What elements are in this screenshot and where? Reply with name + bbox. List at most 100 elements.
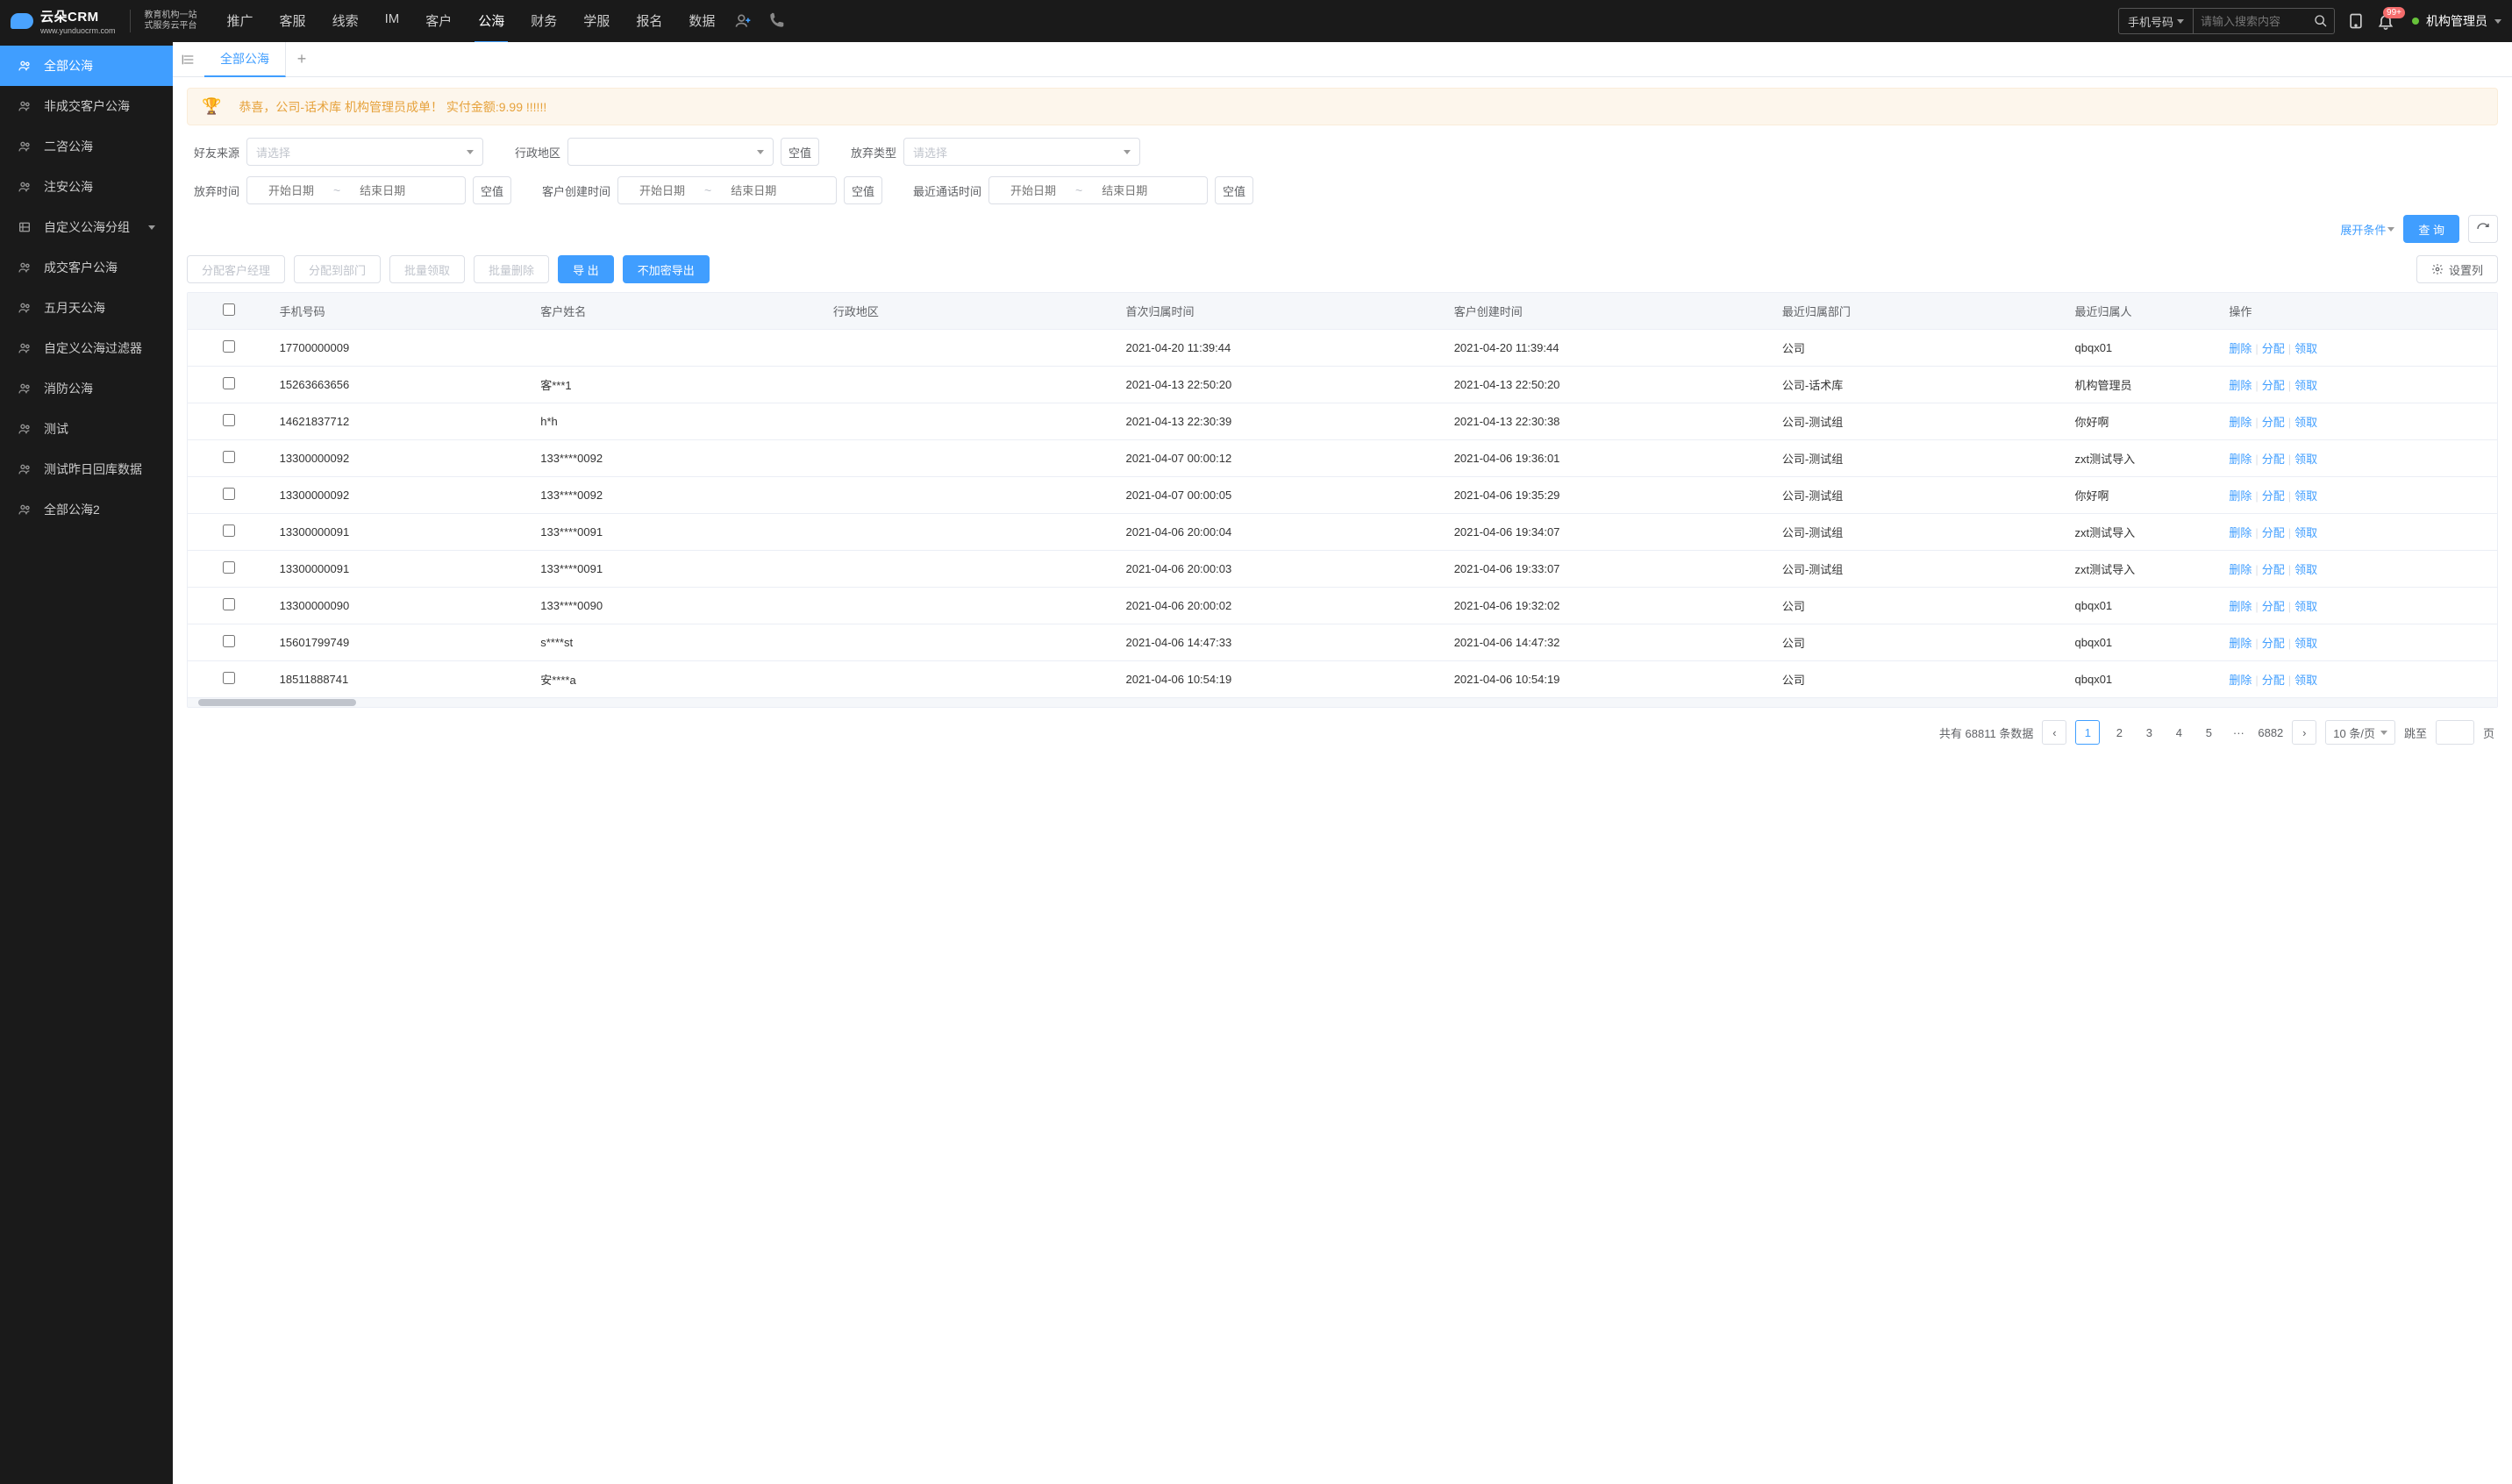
delete-link[interactable]: 删除: [2229, 489, 2252, 503]
assign-link[interactable]: 分配: [2262, 342, 2285, 355]
jump-page-input[interactable]: [2436, 720, 2474, 745]
search-button[interactable]: [2308, 14, 2334, 28]
query-button[interactable]: 查 询: [2403, 215, 2459, 243]
assign-link[interactable]: 分配: [2262, 637, 2285, 650]
tab-all-public[interactable]: 全部公海: [204, 42, 286, 77]
nav-item-4[interactable]: 客户: [422, 0, 455, 43]
assign-link[interactable]: 分配: [2262, 453, 2285, 466]
nav-item-5[interactable]: 公海: [475, 0, 508, 43]
date-end-input[interactable]: [1089, 184, 1160, 197]
date-start-input[interactable]: [998, 184, 1068, 197]
claim-link[interactable]: 领取: [2294, 379, 2317, 392]
sidebar-toggle-icon[interactable]: [173, 53, 204, 67]
row-checkbox[interactable]: [223, 340, 235, 353]
assign-link[interactable]: 分配: [2262, 416, 2285, 429]
nav-item-0[interactable]: 推广: [224, 0, 257, 43]
row-checkbox[interactable]: [223, 451, 235, 463]
delete-link[interactable]: 删除: [2229, 526, 2252, 539]
assign-link[interactable]: 分配: [2262, 526, 2285, 539]
page-3-button[interactable]: 3: [2138, 726, 2159, 739]
delete-link[interactable]: 删除: [2229, 453, 2252, 466]
sidebar-item-2[interactable]: 二咨公海: [0, 126, 173, 167]
batch-delete-button[interactable]: 批量删除: [474, 255, 549, 283]
select-all-checkbox[interactable]: [223, 303, 235, 316]
user-menu[interactable]: 机构管理员: [2412, 12, 2501, 30]
delete-link[interactable]: 删除: [2229, 379, 2252, 392]
page-ellipsis[interactable]: ···: [2228, 726, 2249, 739]
source-select[interactable]: 请选择: [246, 138, 483, 166]
row-checkbox[interactable]: [223, 561, 235, 574]
nav-item-3[interactable]: IM: [382, 0, 403, 43]
region-empty-button[interactable]: 空值: [781, 138, 819, 166]
row-checkbox[interactable]: [223, 672, 235, 684]
last-page-button[interactable]: 6882: [2258, 726, 2283, 739]
bell-icon[interactable]: 99+: [2377, 12, 2394, 30]
delete-link[interactable]: 删除: [2229, 637, 2252, 650]
date-start-input[interactable]: [627, 184, 697, 197]
nav-item-8[interactable]: 报名: [632, 0, 666, 43]
date-start-input[interactable]: [256, 184, 326, 197]
search-input[interactable]: [2194, 15, 2308, 28]
claim-link[interactable]: 领取: [2294, 563, 2317, 576]
claim-link[interactable]: 领取: [2294, 342, 2317, 355]
refresh-button[interactable]: [2468, 215, 2498, 243]
expand-filters-link[interactable]: 展开条件: [2340, 221, 2394, 238]
row-checkbox[interactable]: [223, 377, 235, 389]
row-checkbox[interactable]: [223, 414, 235, 426]
claim-link[interactable]: 领取: [2294, 674, 2317, 687]
page-size-select[interactable]: 10 条/页: [2325, 720, 2395, 745]
phone-icon[interactable]: [767, 12, 785, 30]
claim-link[interactable]: 领取: [2294, 600, 2317, 613]
recent-call-empty-button[interactable]: 空值: [1215, 176, 1253, 204]
sidebar-item-9[interactable]: 测试: [0, 409, 173, 449]
nav-item-6[interactable]: 财务: [527, 0, 560, 43]
sidebar-item-4[interactable]: 自定义公海分组: [0, 207, 173, 247]
nav-item-9[interactable]: 数据: [685, 0, 718, 43]
row-checkbox[interactable]: [223, 524, 235, 537]
delete-link[interactable]: 删除: [2229, 342, 2252, 355]
sidebar-item-3[interactable]: 注安公海: [0, 167, 173, 207]
delete-link[interactable]: 删除: [2229, 416, 2252, 429]
abandon-type-select[interactable]: 请选择: [903, 138, 1140, 166]
next-page-button[interactable]: ›: [2292, 720, 2316, 745]
assign-link[interactable]: 分配: [2262, 563, 2285, 576]
region-select[interactable]: [567, 138, 774, 166]
tablet-icon[interactable]: [2347, 12, 2365, 30]
claim-link[interactable]: 领取: [2294, 453, 2317, 466]
add-user-icon[interactable]: [734, 12, 752, 30]
row-checkbox[interactable]: [223, 488, 235, 500]
page-2-button[interactable]: 2: [2109, 726, 2130, 739]
delete-link[interactable]: 删除: [2229, 563, 2252, 576]
page-1-button[interactable]: 1: [2075, 720, 2100, 745]
sidebar-item-5[interactable]: 成交客户公海: [0, 247, 173, 288]
assign-link[interactable]: 分配: [2262, 674, 2285, 687]
create-time-empty-button[interactable]: 空值: [844, 176, 882, 204]
sidebar-item-10[interactable]: 测试昨日回库数据: [0, 449, 173, 489]
assign-dept-button[interactable]: 分配到部门: [294, 255, 381, 283]
create-time-range[interactable]: ~: [617, 176, 837, 204]
nav-item-1[interactable]: 客服: [276, 0, 310, 43]
export-button[interactable]: 导 出: [558, 255, 614, 283]
sidebar-item-0[interactable]: 全部公海: [0, 46, 173, 86]
batch-claim-button[interactable]: 批量领取: [389, 255, 465, 283]
row-checkbox[interactable]: [223, 635, 235, 647]
claim-link[interactable]: 领取: [2294, 637, 2317, 650]
delete-link[interactable]: 删除: [2229, 674, 2252, 687]
claim-link[interactable]: 领取: [2294, 416, 2317, 429]
page-5-button[interactable]: 5: [2198, 726, 2219, 739]
sidebar-item-1[interactable]: 非成交客户公海: [0, 86, 173, 126]
nav-item-7[interactable]: 学服: [580, 0, 613, 43]
export-plain-button[interactable]: 不加密导出: [623, 255, 710, 283]
claim-link[interactable]: 领取: [2294, 489, 2317, 503]
delete-link[interactable]: 删除: [2229, 600, 2252, 613]
date-end-input[interactable]: [718, 184, 789, 197]
date-end-input[interactable]: [347, 184, 417, 197]
assign-link[interactable]: 分配: [2262, 489, 2285, 503]
tab-add-button[interactable]: +: [286, 50, 318, 68]
sidebar-item-11[interactable]: 全部公海2: [0, 489, 173, 530]
assign-link[interactable]: 分配: [2262, 379, 2285, 392]
assign-link[interactable]: 分配: [2262, 600, 2285, 613]
sidebar-item-6[interactable]: 五月天公海: [0, 288, 173, 328]
set-columns-button[interactable]: 设置列: [2416, 255, 2498, 283]
search-type-select[interactable]: 手机号码: [2119, 9, 2194, 33]
